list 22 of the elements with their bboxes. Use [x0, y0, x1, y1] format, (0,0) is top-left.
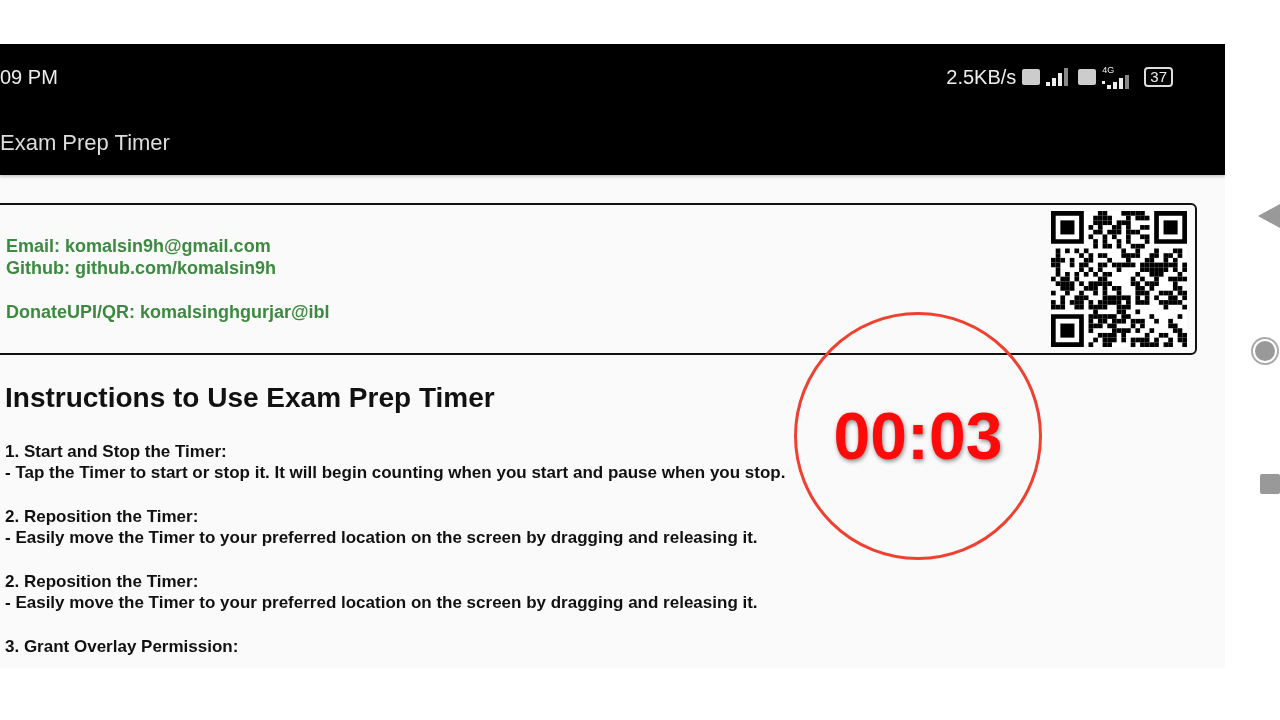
battery-indicator: 37 [1144, 67, 1173, 87]
step-title: 1. Start and Stop the Timer: [5, 441, 228, 462]
network-badge-icon [1022, 69, 1041, 85]
timer-display: 00:03 [833, 397, 1003, 475]
network-type: 4G [1102, 65, 1115, 75]
network-badge-icon [1078, 69, 1097, 85]
home-icon[interactable] [1250, 336, 1280, 366]
contact-line: DonateUPI/QR: komalsinghgurjar@ibl [6, 301, 330, 323]
step-detail: - Easily move the Timer to your preferred location on the screen by dragging and releasing it. [5, 592, 759, 613]
app-title: Exam Prep Timer [0, 129, 170, 157]
instructions-heading: Instructions to Use Exam Prep Timer [5, 381, 496, 415]
back-icon[interactable] [1258, 204, 1280, 228]
step-detail: - Easily move the Timer to your preferred location on the screen by dragging and releasing it. [5, 527, 759, 548]
step-title: 2. Reposition the Timer: [5, 506, 200, 527]
contact-line: Email: komalsin9h@gmail.com [6, 235, 272, 257]
timer-overlay[interactable]: 00:03 [794, 312, 1042, 560]
step-title: 2. Reposition the Timer: [5, 571, 200, 592]
status-time: 09 PM [0, 65, 58, 90]
step-detail: - Tap the Timer to start or stop it. It will begin counting when you start and pause when you stop. [5, 462, 787, 483]
network-speed: 2.5KB/s [946, 65, 1017, 90]
step-title: 3. Grant Overlay Permission: [5, 636, 240, 657]
contact-line: Github: github.com/komalsin9h [6, 257, 277, 279]
